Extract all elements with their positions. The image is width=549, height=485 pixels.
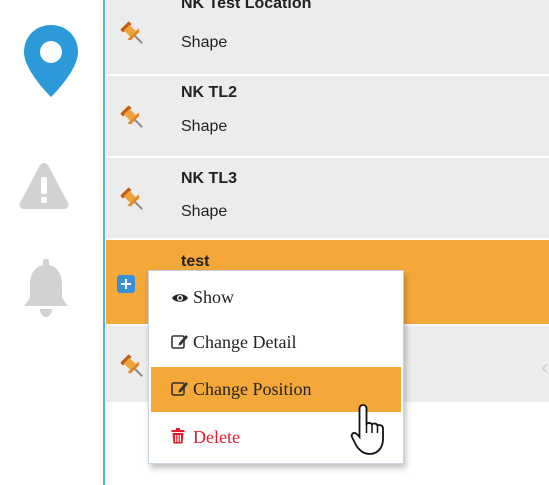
list-item[interactable]: NK TL3 Shape	[106, 158, 549, 240]
menu-item-label: Change Position	[193, 379, 312, 399]
rail-divider	[103, 0, 105, 485]
item-title: NK Test Location	[181, 0, 312, 12]
menu-item-label: Delete	[193, 427, 240, 447]
chevron-left-icon[interactable]: ‹	[540, 356, 549, 381]
pushpin-icon	[119, 186, 147, 214]
hand-pointer-cursor-icon	[350, 402, 390, 463]
edit-icon	[171, 321, 189, 366]
pushpin-icon	[119, 353, 147, 381]
item-title: NK TL2	[181, 84, 237, 101]
list-item[interactable]: NK Test Location Shape	[106, 0, 549, 76]
edit-icon	[171, 368, 189, 413]
item-subtitle: Shape	[181, 203, 228, 220]
item-title: NK TL3	[181, 170, 237, 187]
pushpin-icon	[119, 20, 147, 48]
eye-icon	[171, 276, 189, 321]
item-subtitle: Shape	[181, 34, 228, 51]
pushpin-icon	[119, 104, 147, 132]
menu-item-label: Change Detail	[193, 332, 297, 352]
item-title: test	[181, 253, 210, 270]
left-rail	[0, 0, 104, 485]
warning-icon[interactable]	[18, 160, 70, 215]
menu-item-change-detail[interactable]: Change Detail	[151, 320, 401, 365]
menu-item-show[interactable]: Show	[151, 275, 401, 320]
trash-icon	[171, 416, 189, 461]
bell-icon[interactable]	[21, 258, 71, 323]
map-marker-icon[interactable]	[22, 23, 80, 104]
list-item[interactable]: NK TL2 Shape	[106, 76, 549, 158]
item-subtitle: Shape	[181, 118, 228, 135]
menu-item-label: Show	[193, 287, 235, 307]
expand-plus-icon[interactable]	[117, 275, 135, 293]
